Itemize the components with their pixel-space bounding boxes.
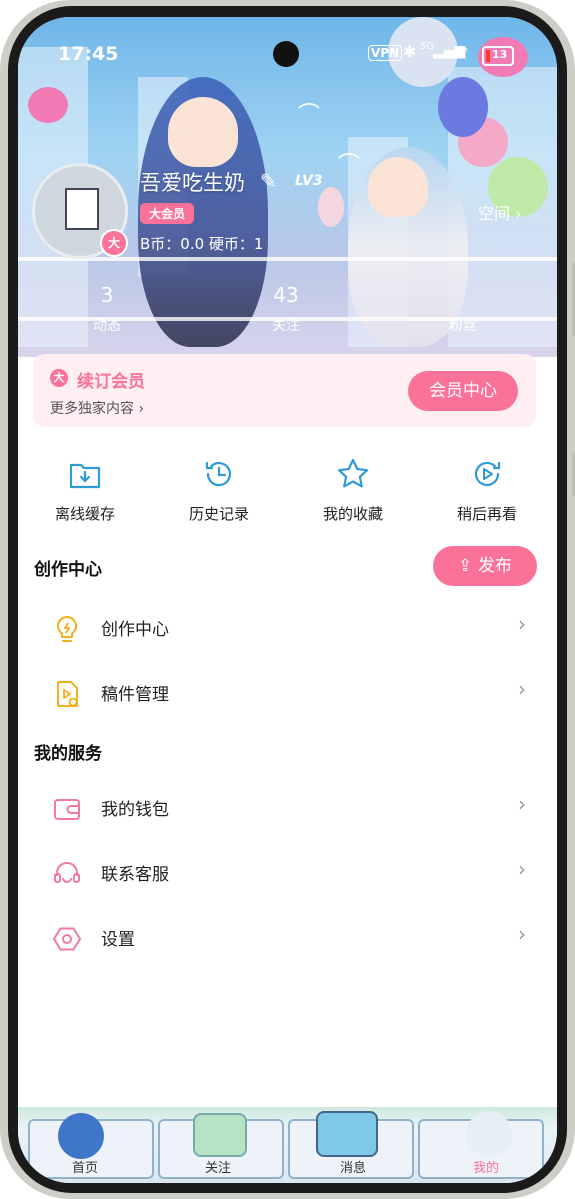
bluetooth-icon: ✱ [403,42,417,61]
quick-offline-cache[interactable]: 离线缓存 [18,457,152,524]
list-item-customer-service[interactable]: 联系客服 › [18,843,557,903]
level-badge: LV3 [295,173,323,189]
chevron-right-icon: › [515,204,522,223]
tab-mine[interactable]: 我的 [456,1157,516,1176]
list-item-creation-center[interactable]: 创作中心 › [18,598,557,658]
stat-fans-label[interactable]: 粉丝 [418,315,508,335]
vip-subtitle-text: 更多独家内容 [50,401,134,417]
clock: 17:45 [58,43,119,65]
chevron-right-icon: › [518,612,526,636]
star-icon [337,458,369,488]
battery-icon: 13 [482,46,514,66]
settings-hex-icon [53,927,81,951]
mine-character-icon [466,1111,512,1157]
vip-tag[interactable]: 大会员 [140,203,195,224]
wifi-icon: ◠ [456,43,469,59]
stat-dynamic-count[interactable]: 3 [62,283,152,307]
list-item-manuscript-management[interactable]: 稿件管理 › [18,663,557,723]
list-item-label: 我的钱包 [101,800,169,820]
home-character-icon [58,1113,104,1159]
quick-watch-later[interactable]: 稍后再看 [420,457,554,524]
headset-icon [54,862,80,883]
avatar-robot-icon [65,188,99,230]
watch-later-icon [474,461,501,487]
camera-message-icon [316,1111,378,1157]
list-item-wallet[interactable]: 我的钱包 › [18,778,557,838]
chevron-right-icon: › [518,922,526,946]
coins-text: B币：0.0 硬币：1 [140,235,264,253]
space-label: 空间 [478,204,511,223]
chevron-right-icon: › [518,792,526,816]
bottom-tab-bar: 首页 关注 消息 我的 [18,1107,557,1183]
quick-label: 稍后再看 [456,505,517,523]
camera-follow-icon [193,1113,247,1157]
phone-frame: ⌒ ⌒ 17:45 VPN ✱ 5G ▂▄▆ ◠ 13 大 吾爱吃生奶 ✎ LV… [0,0,575,1199]
list-item-label: 稿件管理 [101,685,169,705]
vip-subtitle: 更多独家内容 › [50,401,145,417]
list-item-label: 创作中心 [101,620,169,640]
publish-label: 发布 [477,556,512,576]
tab-follow[interactable]: 关注 [188,1157,248,1176]
space-link[interactable]: 空间 › [478,200,522,224]
tab-home[interactable]: 首页 [55,1157,115,1176]
download-folder-icon [69,463,101,489]
network-type: 5G [420,41,435,52]
services-section-title: 我的服务 [34,744,102,764]
quick-label: 我的收藏 [322,505,383,523]
vpn-icon: VPN [368,45,403,61]
status-bar: 17:45 VPN ✱ 5G ▂▄▆ ◠ 13 [18,39,557,69]
list-item-label: 设置 [101,930,135,950]
battery-level: 13 [492,48,508,61]
stat-following-count[interactable]: 43 [241,283,331,307]
stat-following-label[interactable]: 关注 [241,315,331,335]
publish-button[interactable]: ⇪ 发布 [433,546,537,586]
vip-center-button[interactable]: 会员中心 [408,371,518,411]
list-item-settings[interactable]: 设置 › [18,908,557,968]
creation-section-title: 创作中心 [34,560,102,580]
video-file-icon [57,681,78,707]
wallet-icon [54,799,80,820]
quick-label: 历史记录 [188,505,249,523]
upload-icon: ⇪ [458,556,473,576]
vip-icon: 大 [50,369,68,387]
quick-favorites[interactable]: 我的收藏 [286,457,420,524]
screen: ⌒ ⌒ 17:45 VPN ✱ 5G ▂▄▆ ◠ 13 大 吾爱吃生奶 ✎ LV… [18,17,557,1183]
chevron-right-icon: › [518,677,526,701]
vip-title: 续订会员 [77,372,145,392]
quick-history[interactable]: 历史记录 [152,457,286,524]
vip-renew-banner[interactable]: 大 续订会员 更多独家内容 › 会员中心 [33,354,536,427]
history-clock-icon [205,461,232,487]
front-camera [273,41,299,67]
stat-dynamic-label[interactable]: 动态 [62,315,152,335]
chevron-right-icon: › [518,857,526,881]
lightbulb-icon [56,615,78,642]
edit-icon[interactable]: ✎ [260,169,277,193]
vip-badge-icon: 大 [100,229,128,257]
username[interactable]: 吾爱吃生奶 [140,167,245,197]
list-item-label: 联系客服 [101,865,169,885]
tab-messages[interactable]: 消息 [323,1157,383,1176]
quick-label: 离线缓存 [54,505,115,523]
